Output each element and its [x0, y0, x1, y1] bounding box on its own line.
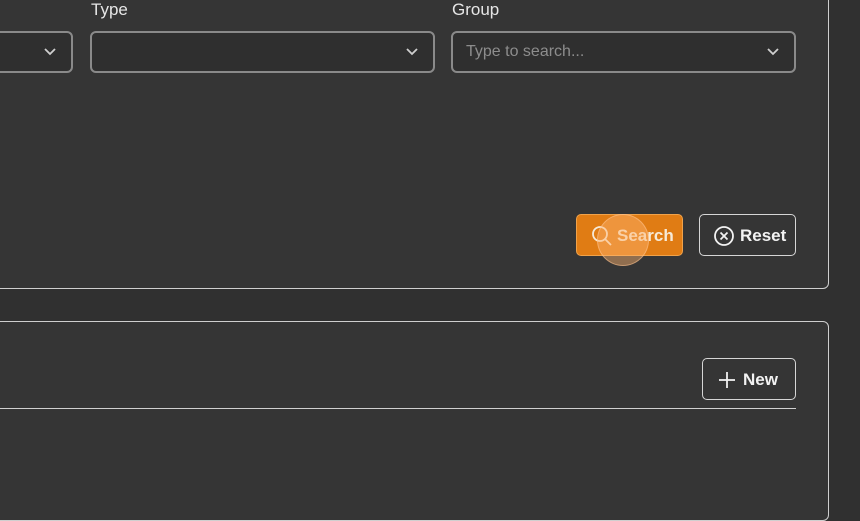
close-circle-icon — [714, 226, 734, 246]
chevron-down-icon — [44, 48, 56, 56]
chevron-down-icon — [406, 48, 418, 56]
plus-icon — [719, 372, 735, 388]
search-button[interactable]: Search — [576, 214, 683, 256]
type-label: Type — [91, 0, 128, 19]
new-button-label: New — [743, 370, 778, 389]
results-panel — [0, 321, 829, 521]
group-select[interactable]: Type to search... — [451, 31, 796, 73]
reset-button[interactable]: Reset — [699, 214, 796, 256]
type-select[interactable] — [90, 31, 435, 73]
toolbar-divider — [0, 408, 796, 409]
group-label: Group — [452, 0, 500, 19]
filter-select-left[interactable] — [0, 31, 73, 73]
search-icon — [592, 226, 612, 246]
reset-button-label: Reset — [740, 226, 787, 245]
search-button-label: Search — [617, 226, 674, 245]
group-search-placeholder: Type to search... — [466, 43, 585, 60]
new-button[interactable]: New — [702, 358, 796, 400]
chevron-down-icon — [767, 48, 779, 56]
